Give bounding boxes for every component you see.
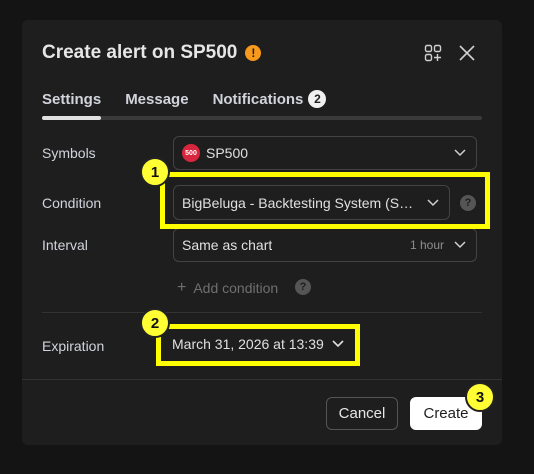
create-alert-dialog: Create alert on SP500 ! Settings Message… (22, 20, 502, 445)
symbols-label: Symbols (42, 145, 96, 161)
add-condition-label: Add condition (193, 280, 279, 296)
plus-icon: + (177, 279, 187, 296)
add-widget-icon[interactable] (424, 44, 442, 67)
active-tab-indicator (42, 116, 101, 120)
dialog-title: Create alert on SP500 ! (42, 42, 262, 64)
annotation-badge-3: 3 (465, 382, 495, 412)
tab-bar: Settings Message Notifications 2 (42, 90, 350, 108)
add-condition-help-icon[interactable]: ? (295, 279, 311, 295)
warning-icon[interactable]: ! (245, 45, 262, 61)
interval-value: Same as chart (182, 237, 273, 253)
tab-notifications-label: Notifications (212, 90, 304, 108)
sp500-logo-icon: 500 (182, 144, 200, 162)
tab-notifications[interactable]: Notifications 2 (213, 90, 327, 108)
symbol-select[interactable]: 500 SP500 (173, 136, 477, 170)
chevron-down-icon (454, 149, 466, 157)
interval-label: Interval (42, 237, 88, 253)
add-condition-button[interactable]: + Add condition (177, 279, 278, 297)
tab-message-label: Message (125, 90, 189, 108)
notifications-count-badge: 2 (308, 90, 327, 108)
interval-select[interactable]: Same as chart 1 hour (173, 228, 477, 262)
interval-hint: 1 hour (409, 238, 444, 252)
expiration-label: Expiration (42, 338, 105, 354)
symbol-value: SP500 (206, 145, 249, 161)
dialog-title-text: Create alert on SP500 (42, 42, 238, 63)
cancel-button[interactable]: Cancel (326, 397, 398, 430)
section-divider (42, 312, 482, 313)
annotation-badge-2: 2 (140, 308, 170, 338)
footer-divider (22, 379, 502, 380)
chevron-down-icon (454, 241, 466, 249)
tab-message[interactable]: Message (125, 90, 188, 108)
annotation-badge-1: 1 (140, 157, 170, 187)
condition-label: Condition (42, 195, 102, 211)
condition-highlight-box (160, 172, 490, 229)
close-icon[interactable] (458, 44, 476, 67)
tab-track (42, 116, 482, 120)
expiration-highlight-box (156, 324, 360, 366)
tab-settings[interactable]: Settings (42, 90, 101, 108)
tab-settings-label: Settings (42, 90, 102, 108)
